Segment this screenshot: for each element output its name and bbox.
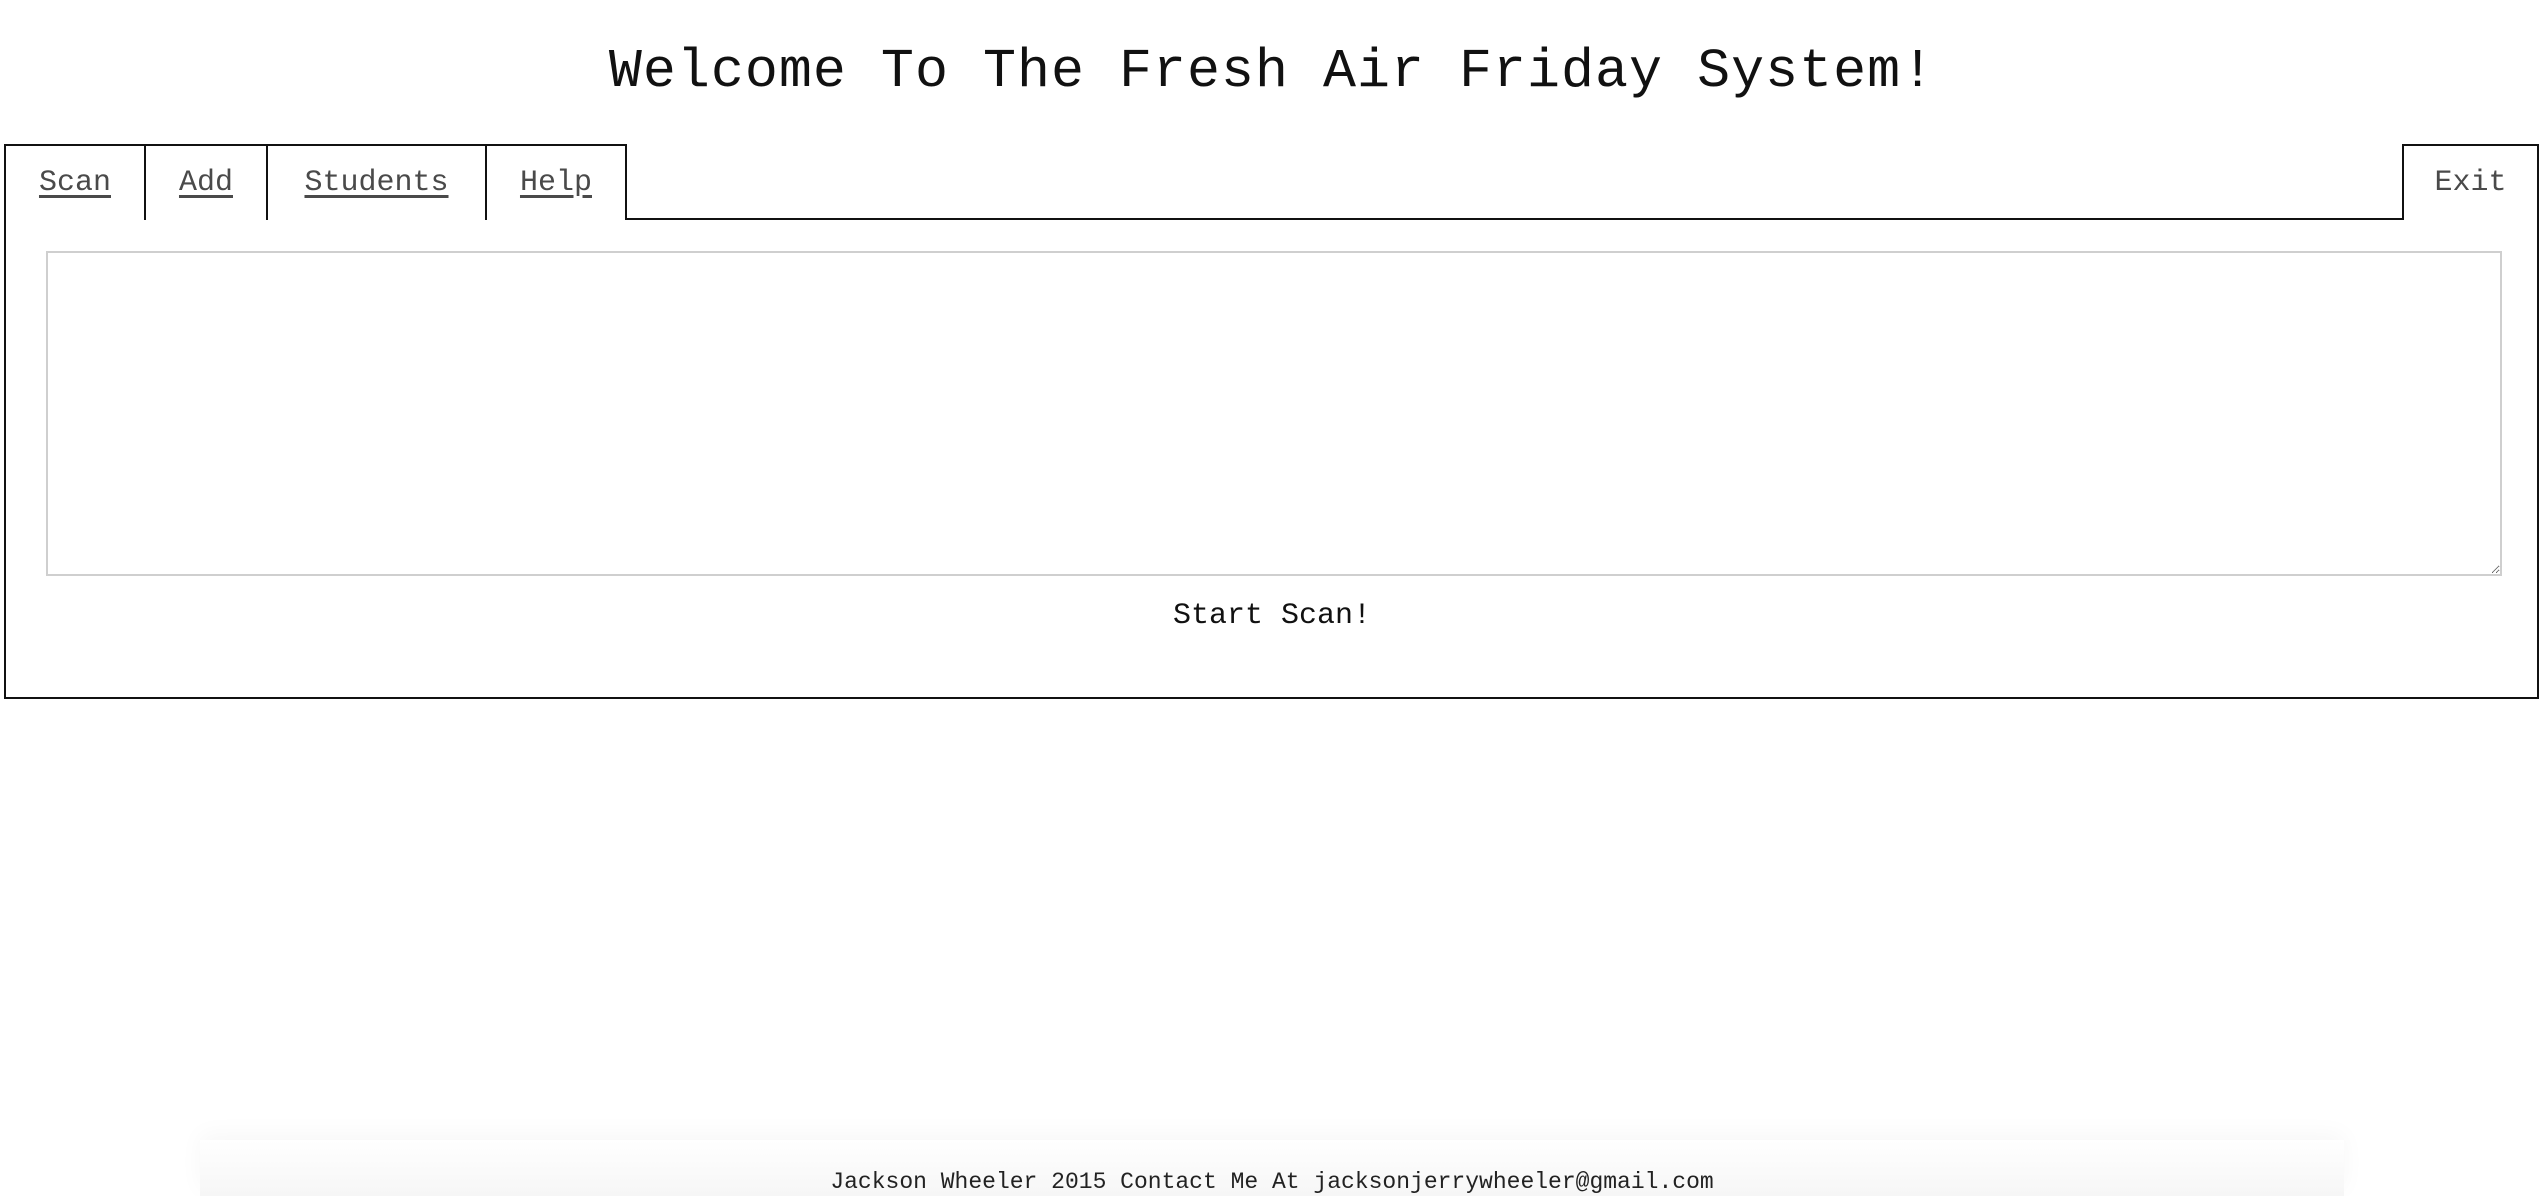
tab-help[interactable]: Help — [485, 144, 627, 220]
page: Welcome To The Fresh Air Friday System! … — [0, 0, 2544, 1196]
start-scan-button[interactable]: Start Scan! — [1110, 594, 1434, 638]
tab-scan[interactable]: Scan — [4, 144, 146, 220]
tab-add[interactable]: Add — [144, 144, 268, 220]
page-title: Welcome To The Fresh Air Friday System! — [608, 40, 1936, 103]
footer-text: Jackson Wheeler 2015 Contact Me At jacks… — [830, 1169, 1714, 1195]
exit-button[interactable]: Exit — [2402, 144, 2539, 220]
tab-students[interactable]: Students — [266, 144, 487, 220]
scan-input[interactable] — [46, 251, 2502, 576]
